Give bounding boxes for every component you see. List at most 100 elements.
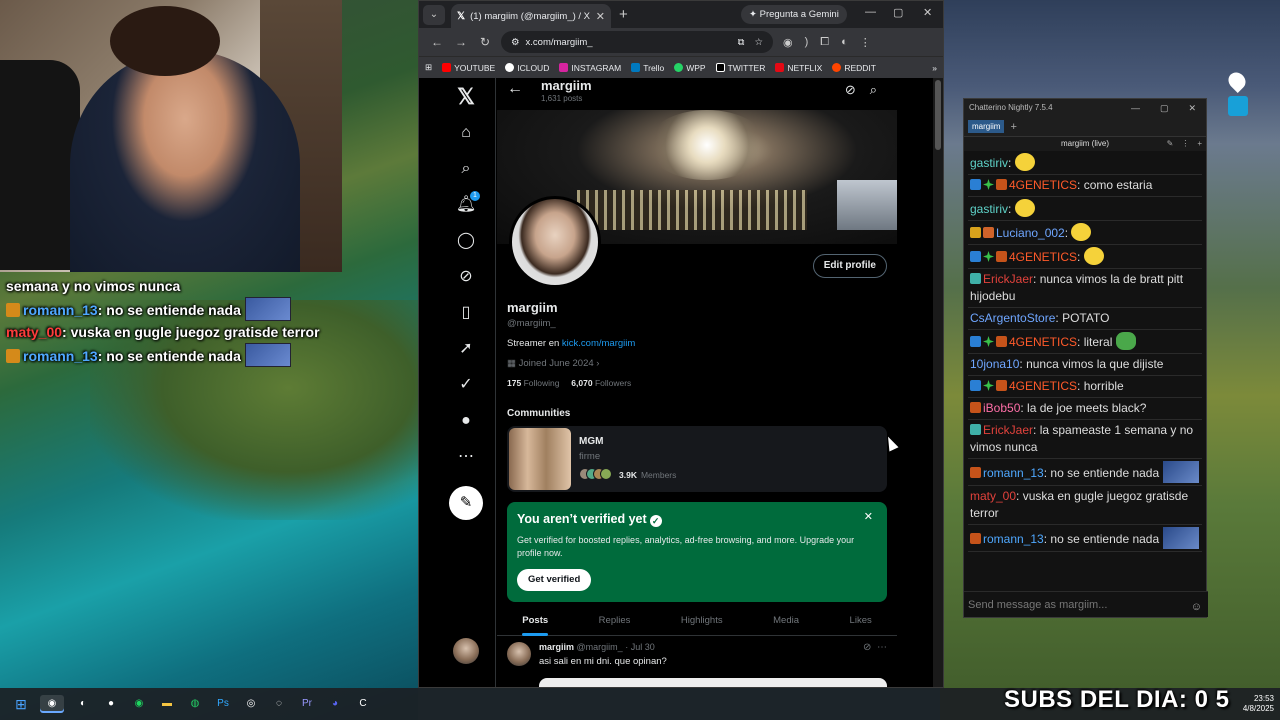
reload-icon[interactable]: ↻ (473, 35, 497, 49)
extension-icon[interactable]: ◉ (783, 36, 793, 49)
star-icon[interactable]: ☆ (754, 37, 763, 48)
extension-icon[interactable]: ) (805, 36, 809, 49)
back-arrow-icon[interactable]: ← (507, 80, 523, 98)
scrollbar[interactable] (933, 78, 943, 687)
forward-icon[interactable]: → (449, 35, 473, 49)
steam-icon[interactable]: ◎ (242, 695, 260, 713)
chat-username[interactable]: gastiriv (970, 156, 1008, 170)
chatterino-tab[interactable]: margiim (968, 120, 1005, 133)
tab-posts[interactable]: Posts (522, 606, 548, 636)
bookmarks-icon[interactable]: ▯ (455, 302, 477, 324)
system-clock[interactable]: 23:53 4/8/2025 (1243, 694, 1274, 714)
more-icon[interactable]: ⋯ (455, 446, 477, 468)
close-tab-icon[interactable]: ✕ (596, 10, 605, 23)
profile-avatar[interactable] (509, 196, 601, 288)
tweet-avatar[interactable] (507, 642, 531, 666)
x-logo-icon[interactable]: 𝕏 (455, 86, 477, 108)
chat-username[interactable]: 4GENETICS (1009, 250, 1077, 264)
tab-highlights[interactable]: Highlights (681, 606, 723, 636)
get-verified-button[interactable]: Get verified (517, 569, 592, 591)
add-split-icon[interactable]: + (1197, 137, 1202, 151)
game-icon[interactable]: ◌ (270, 695, 288, 713)
more-icon[interactable]: ⋯ (877, 642, 887, 653)
grok-icon[interactable]: ⊘ (455, 266, 477, 288)
profile-icon[interactable]: ● (455, 410, 477, 432)
whatsapp-icon[interactable]: ◍ (186, 695, 204, 713)
close-icon[interactable]: ✕ (1188, 99, 1196, 117)
extensions-icon[interactable]: ⧠ (820, 36, 829, 49)
minimize-icon[interactable]: — (1131, 99, 1140, 117)
bookmark-instagram[interactable]: INSTAGRAM (559, 62, 621, 73)
search-icon[interactable]: ⌕ (455, 158, 477, 180)
photoshop-icon[interactable]: Ps (214, 695, 232, 713)
menu-icon[interactable]: ⋮ (860, 36, 871, 49)
chat-username[interactable]: maty_00 (970, 489, 1016, 503)
profile-menu-icon[interactable]: ◐ (841, 36, 848, 49)
tab-likes[interactable]: Likes (850, 606, 872, 636)
bookmark-reddit[interactable]: REDDIT (832, 62, 876, 73)
tab-replies[interactable]: Replies (599, 606, 631, 636)
rocket-icon[interactable]: ➚ (455, 338, 477, 360)
verified-icon[interactable]: ✓ (455, 374, 477, 396)
spotify-icon[interactable]: ◉ (130, 695, 148, 713)
messages-icon[interactable]: ◯ (455, 230, 477, 252)
tab-search-button[interactable]: ⌄ (423, 4, 445, 25)
chat-username[interactable]: Luciano_002 (996, 226, 1065, 240)
desktop-app-icon[interactable] (1228, 96, 1248, 116)
maximize-icon[interactable]: ▢ (893, 6, 903, 19)
chatterino-taskbar-icon[interactable]: C (354, 695, 372, 713)
followers-link[interactable]: 6,070 Followers (571, 378, 631, 388)
chat-username[interactable]: iBob50 (983, 401, 1020, 415)
bookmark-icloud[interactable]: ICLOUD (505, 62, 549, 73)
tweet[interactable]: margiim @margiim_ · Jul 30 asi sali en m… (497, 638, 897, 687)
folder-icon[interactable]: ▬ (158, 695, 176, 713)
maximize-icon[interactable]: ▢ (1160, 99, 1169, 117)
chat-username[interactable]: gastiriv (970, 202, 1008, 216)
chat-username[interactable]: 4GENETICS (1009, 379, 1077, 393)
close-icon[interactable]: ✕ (864, 510, 873, 523)
edit-profile-button[interactable]: Edit profile (812, 254, 887, 278)
gemini-button[interactable]: ✦ Pregunta a Gemini (741, 5, 847, 24)
chat-username[interactable]: CsArgentoStore (970, 311, 1055, 325)
home-icon[interactable]: ⌂ (455, 122, 477, 144)
chat-username[interactable]: 10jona10 (970, 357, 1019, 371)
following-link[interactable]: 175 Following (507, 378, 559, 388)
add-tab-icon[interactable]: + (1010, 121, 1016, 133)
back-icon[interactable]: ← (425, 35, 449, 49)
chat-username[interactable]: romann_13 (983, 466, 1044, 480)
grok-icon[interactable]: ⊘ (863, 642, 871, 653)
bookmark-netflix[interactable]: NETFLIX (775, 62, 822, 73)
chrome-icon[interactable]: ◉ (40, 695, 64, 713)
menu-icon[interactable]: ⋮ (1181, 137, 1189, 151)
chat-username[interactable]: romann_13 (983, 532, 1044, 546)
chat-input[interactable]: Send message as margiim... ☺ (964, 591, 1208, 617)
url-input[interactable]: ⚙ x.com/margiim_ ⧉ ☆ (501, 31, 773, 53)
chat-username[interactable]: 4GENETICS (1009, 335, 1077, 349)
scroll-thumb[interactable] (935, 80, 941, 150)
obs-icon[interactable]: ● (102, 695, 120, 713)
tab-media[interactable]: Media (773, 606, 799, 636)
notifications-icon[interactable]: 🔔︎ 1 (455, 191, 480, 216)
close-window-icon[interactable]: ✕ (923, 6, 932, 19)
install-icon[interactable]: ⧉ (738, 37, 745, 48)
start-icon[interactable]: ⊞ (12, 695, 30, 713)
browser-tab[interactable]: 𝕏 (1) margiim (@margiim_) / X ✕ (451, 4, 611, 28)
apps-icon[interactable]: ⊞ (425, 62, 432, 73)
minimize-icon[interactable]: — (865, 6, 876, 18)
grok-icon[interactable]: ⊘ (845, 82, 856, 98)
site-info-icon[interactable]: ⚙ (511, 37, 520, 48)
new-tab-button[interactable]: + (619, 6, 628, 23)
bio-link[interactable]: kick.com/margiim (562, 338, 635, 349)
emoji-icon[interactable]: ☺ (1191, 594, 1202, 620)
search-icon[interactable]: ⌕ (870, 82, 877, 98)
pencil-icon[interactable]: ✎ (1167, 137, 1174, 151)
chat-username[interactable]: ErickJaer (983, 423, 1033, 437)
tweet-media[interactable] (539, 678, 887, 687)
more-bookmarks-icon[interactable]: » (932, 63, 937, 73)
edge-icon[interactable]: ◐ (74, 695, 92, 713)
chat-username[interactable]: 4GENETICS (1009, 178, 1077, 192)
chat-username[interactable]: ErickJaer (983, 272, 1033, 286)
bookmark-wpp[interactable]: WPP (674, 62, 706, 73)
compose-post-button[interactable]: ✎ (449, 486, 483, 520)
bookmark-youtube[interactable]: YOUTUBE (442, 62, 495, 73)
